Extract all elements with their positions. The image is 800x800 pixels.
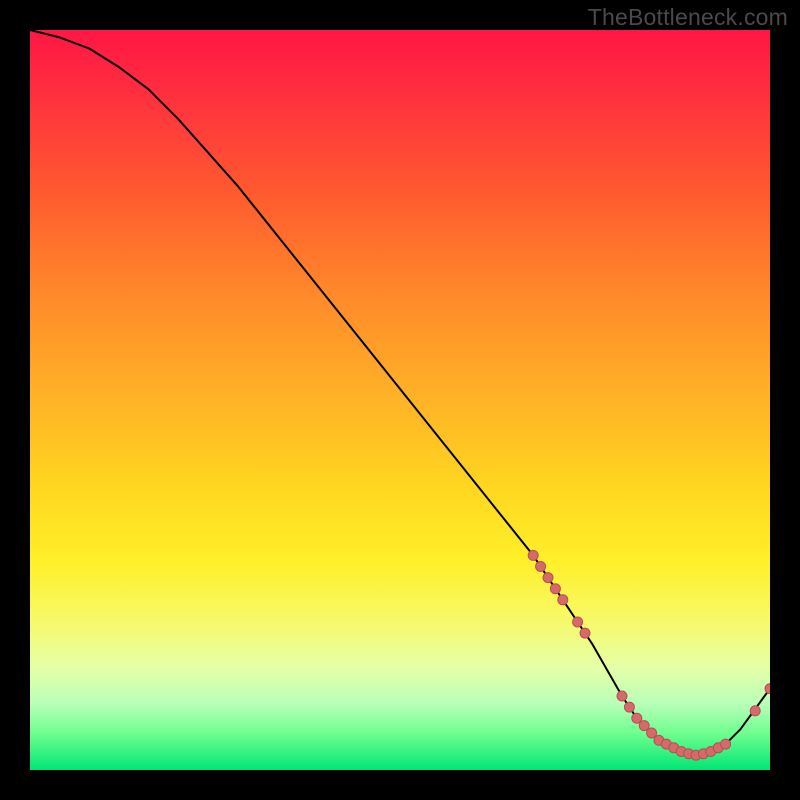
marker-point xyxy=(580,628,590,638)
plot-area xyxy=(30,30,770,770)
marker-point xyxy=(721,739,731,749)
marker-point xyxy=(573,617,583,627)
marker-point xyxy=(543,573,553,583)
bottleneck-curve xyxy=(30,30,770,755)
marker-point xyxy=(528,550,538,560)
chart-svg xyxy=(30,30,770,770)
marker-point xyxy=(536,562,546,572)
chart-stage: TheBottleneck.com xyxy=(0,0,800,800)
marker-point xyxy=(624,702,634,712)
marker-point xyxy=(617,691,627,701)
marker-point xyxy=(765,684,770,694)
marker-group xyxy=(528,550,770,760)
marker-point xyxy=(639,721,649,731)
marker-point xyxy=(632,713,642,723)
marker-point xyxy=(558,595,568,605)
watermark-text: TheBottleneck.com xyxy=(588,4,788,31)
marker-point xyxy=(550,584,560,594)
marker-point xyxy=(750,706,760,716)
marker-point xyxy=(647,728,657,738)
